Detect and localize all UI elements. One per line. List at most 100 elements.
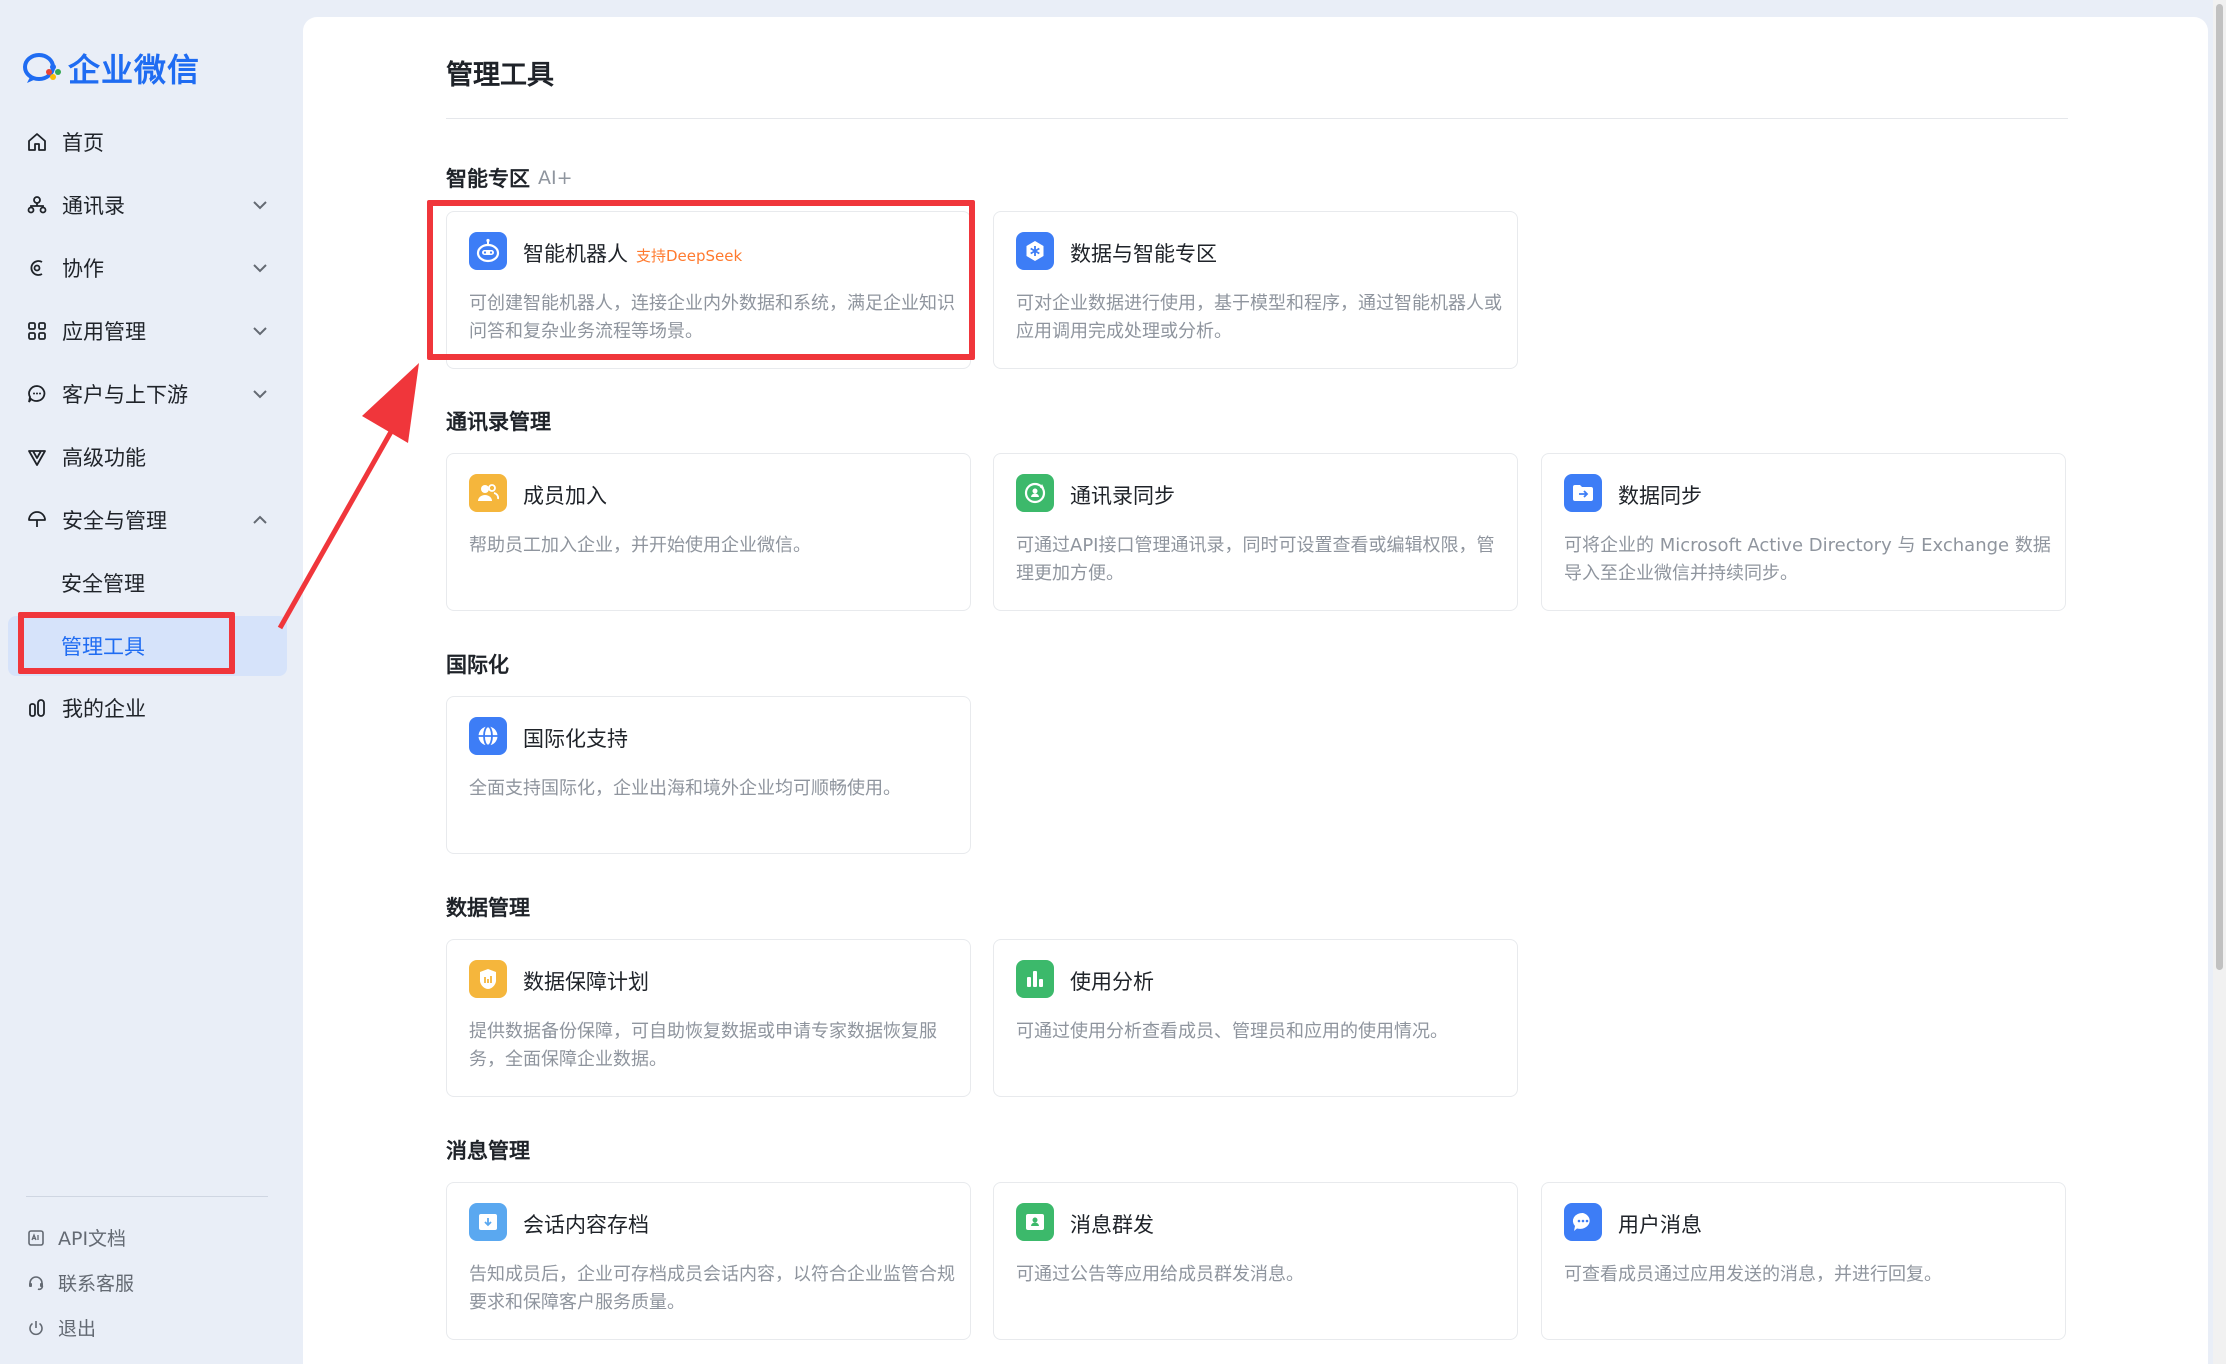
globe-icon [469, 717, 507, 755]
card-title: 通讯录同步 [1070, 480, 1175, 510]
card-user-messages[interactable]: 用户消息 可查看成员通过应用发送的消息，并进行回复。 [1541, 1182, 2066, 1340]
org-icon [26, 194, 48, 216]
card-chat-archive[interactable]: 会话内容存档 告知成员后，企业可存档成员会话内容，以符合企业监管合规要求和保障客… [446, 1182, 971, 1340]
sidebar-item-label: 客户与上下游 [62, 382, 188, 407]
bottom-link-label: API文档 [58, 1228, 127, 1250]
section-title-messages: 消息管理 [446, 1135, 530, 1165]
section-title-data: 数据管理 [446, 892, 530, 922]
card-title: 数据与智能专区 [1070, 238, 1217, 268]
card-title-text: 会话内容存档 [523, 1213, 649, 1237]
section-title-text: 消息管理 [446, 1139, 530, 1163]
sidebar-item-label: 应用管理 [62, 319, 146, 344]
card-title-text: 通讯录同步 [1070, 484, 1175, 508]
card-title: 成员加入 [523, 480, 607, 510]
sidebar-item-label: 管理工具 [61, 635, 145, 659]
sidebar-item-label: 通讯录 [62, 193, 125, 218]
sidebar-item-collab[interactable]: 协作 [0, 236, 303, 299]
sidebar-item-advanced[interactable]: 高级功能 [0, 425, 303, 488]
card-description: 可通过使用分析查看成员、管理员和应用的使用情况。 [1016, 1021, 1448, 1042]
sidebar-item-my-company[interactable]: 我的企业 [0, 676, 303, 739]
card-member-join[interactable]: 成员加入 帮助员工加入企业，并开始使用企业微信。 [446, 453, 971, 611]
chevron-up-icon [253, 515, 267, 524]
scrollbar-thumb[interactable] [2216, 4, 2223, 970]
contact-support-link[interactable]: 联系客服 [26, 1260, 268, 1305]
home-icon [26, 131, 48, 153]
section-title-ai: 智能专区 AI+ [446, 163, 573, 193]
contact-sync-icon [1016, 474, 1054, 512]
card-title-text: 使用分析 [1070, 970, 1154, 994]
diamond-icon [26, 446, 48, 468]
bottom-link-label: 联系客服 [58, 1273, 135, 1295]
card-data-ai-zone[interactable]: 数据与智能专区 可对企业数据进行使用，基于模型和程序，通过智能机器人或应用调用完… [993, 211, 1518, 369]
archive-icon [469, 1203, 507, 1241]
card-smart-robot[interactable]: 智能机器人 支持DeepSeek 可创建智能机器人，连接企业内外数据和系统，满足… [446, 211, 971, 369]
sidebar-item-security-management[interactable]: 安全管理 [0, 551, 303, 614]
sidebar-item-label: 高级功能 [62, 445, 146, 470]
wecom-logo-icon [23, 53, 61, 83]
broadcast-icon [1016, 1203, 1054, 1241]
shield-icon [469, 960, 507, 998]
card-description: 可查看成员通过应用发送的消息，并进行回复。 [1564, 1264, 1942, 1285]
chevron-down-icon [253, 390, 267, 399]
card-title: 会话内容存档 [523, 1209, 649, 1239]
sidebar-bottom-links: API文档 联系客服 退出 [26, 1196, 268, 1350]
power-icon [26, 1318, 46, 1338]
section-title-text: 数据管理 [446, 896, 530, 920]
card-message-broadcast[interactable]: 消息群发 可通过公告等应用给成员群发消息。 [993, 1182, 1518, 1340]
card-data-sync[interactable]: 数据同步 可将企业的 Microsoft Active Directory 与 … [1541, 453, 2066, 611]
ai-plus-tag: AI+ [538, 167, 573, 189]
card-title-text: 消息群发 [1070, 1213, 1154, 1237]
umbrella-icon [26, 509, 48, 531]
card-description: 告知成员后，企业可存档成员会话内容，以符合企业监管合规要求和保障客户服务质量。 [469, 1264, 955, 1313]
building-icon [26, 697, 48, 719]
logo-text: 企业微信 [68, 51, 201, 89]
vertical-scrollbar[interactable] [2213, 0, 2226, 1364]
card-title: 国际化支持 [523, 723, 628, 753]
sidebar-item-label: 安全管理 [61, 571, 145, 596]
card-data-protection[interactable]: 数据保障计划 提供数据备份保障，可自助恢复数据或申请专家数据恢复服务，全面保障企… [446, 939, 971, 1097]
logout-link[interactable]: 退出 [26, 1305, 268, 1350]
card-title: 数据保障计划 [523, 966, 649, 996]
sidebar-item-apps[interactable]: 应用管理 [0, 299, 303, 362]
card-usage-analysis[interactable]: 使用分析 可通过使用分析查看成员、管理员和应用的使用情况。 [993, 939, 1518, 1097]
sidebar-item-label: 首页 [62, 130, 104, 155]
apps-icon [26, 320, 48, 342]
section-title-contacts: 通讯录管理 [446, 406, 551, 436]
chat-icon [26, 383, 48, 405]
card-title-text: 数据同步 [1618, 484, 1702, 508]
card-title: 消息群发 [1070, 1209, 1154, 1239]
card-description: 可将企业的 Microsoft Active Directory 与 Excha… [1564, 535, 2051, 584]
collab-icon [26, 257, 48, 279]
sidebar-item-home[interactable]: 首页 [0, 110, 303, 173]
sidebar-item-admin-tools[interactable]: 管理工具 [8, 616, 287, 676]
card-title-text: 智能机器人 [523, 242, 628, 266]
data-ai-icon [1016, 232, 1054, 270]
section-title-text: 通讯录管理 [446, 410, 551, 434]
app-logo[interactable]: 企业微信 [22, 44, 200, 92]
message-bubble-icon [1564, 1203, 1602, 1241]
section-title-text: 智能专区 [446, 167, 530, 191]
card-contact-sync[interactable]: 通讯录同步 可通过API接口管理通讯录，同时可设置查看或编辑权限，管理更加方便。 [993, 453, 1518, 611]
card-intl-support[interactable]: 国际化支持 全面支持国际化，企业出海和境外企业均可顺畅使用。 [446, 696, 971, 854]
card-title: 智能机器人 支持DeepSeek [523, 238, 742, 268]
sidebar-nav: 首页 通讯录 协作 应用管理 客户与上下游 高级功能 安全与管理 安全管理 管理… [0, 110, 303, 739]
headset-icon [26, 1273, 46, 1293]
section-title-text: 国际化 [446, 653, 509, 677]
robot-icon [469, 232, 507, 270]
sidebar-item-contacts[interactable]: 通讯录 [0, 173, 303, 236]
chevron-down-icon [253, 201, 267, 210]
card-description: 提供数据备份保障，可自助恢复数据或申请专家数据恢复服务，全面保障企业数据。 [469, 1021, 937, 1070]
card-description: 帮助员工加入企业，并开始使用企业微信。 [469, 535, 811, 556]
card-title: 数据同步 [1618, 480, 1702, 510]
deepseek-badge: 支持DeepSeek [636, 247, 743, 265]
folder-sync-icon [1564, 474, 1602, 512]
card-description: 可通过公告等应用给成员群发消息。 [1016, 1264, 1304, 1285]
sidebar-item-security-admin[interactable]: 安全与管理 [0, 488, 303, 551]
title-divider [446, 118, 2068, 119]
bottom-link-label: 退出 [58, 1318, 97, 1340]
sidebar-item-label: 安全与管理 [62, 508, 167, 533]
api-doc-link[interactable]: API文档 [26, 1215, 268, 1260]
sidebar-item-label: 协作 [62, 256, 104, 281]
sidebar-item-customers[interactable]: 客户与上下游 [0, 362, 303, 425]
sidebar-item-label: 我的企业 [62, 696, 146, 721]
